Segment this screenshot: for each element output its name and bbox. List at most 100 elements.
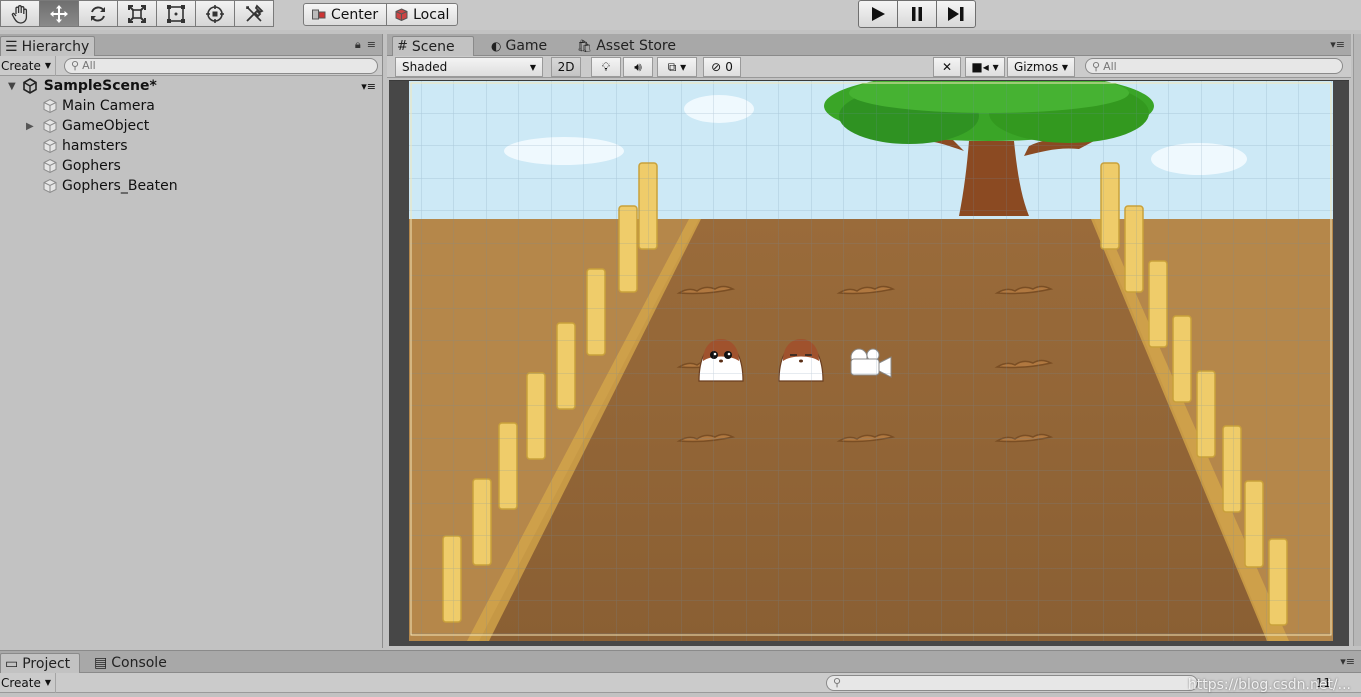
list-icon: ☰ <box>5 38 18 55</box>
create-label: Create <box>1 58 41 73</box>
search-placeholder: All <box>1103 59 1117 73</box>
hierarchy-item[interactable]: Gophers <box>0 156 382 176</box>
scene-viewport[interactable] <box>389 80 1349 646</box>
grid-overlay <box>409 81 1333 641</box>
dropdown-arrow-icon: ▼ <box>1061 62 1068 72</box>
step-icon <box>948 7 964 21</box>
gizmos-dropdown[interactable]: Gizmos ▼ <box>1007 57 1075 77</box>
tab-project[interactable]: ▭ Project <box>0 653 80 673</box>
custom-tools-icon <box>246 3 264 22</box>
move-tool-button[interactable] <box>39 0 79 27</box>
main-toolbar: Center Local <box>0 0 1361 30</box>
hierarchy-panel-controls: 🔒︎ ≡ <box>355 38 376 52</box>
layers-icon: ⧉ ▾ <box>667 59 687 74</box>
lighting-toggle[interactable]: 💡︎ <box>591 57 621 77</box>
rotate-icon <box>91 5 105 22</box>
dropdown-arrow-icon: ▼ <box>44 61 52 70</box>
create-label: Create <box>1 675 41 690</box>
transform-tool-button[interactable] <box>195 0 235 27</box>
dropdown-arrow-icon: ▼ <box>529 62 536 72</box>
tab-hierarchy-label: Hierarchy <box>21 38 90 55</box>
hierarchy-item-label: Gophers_Beaten <box>62 178 178 194</box>
hierarchy-subbar: Create ▼ ⚲ All <box>0 55 382 76</box>
store-icon: 🛍︎ <box>577 39 593 53</box>
pivot-mode-button[interactable]: Center <box>303 3 388 26</box>
pause-button[interactable] <box>897 0 937 28</box>
folder-icon: ▭ <box>5 655 19 672</box>
tab-game-label: Game <box>505 38 548 54</box>
camera-dropdown[interactable]: ■◂ ▾ <box>965 57 1005 77</box>
project-search-input[interactable]: ⚲ <box>826 674 1198 691</box>
hierarchy-tabbar: ☰ Hierarchy 🔒︎ ≡ <box>0 34 382 56</box>
hierarchy-item[interactable]: Main Camera <box>0 96 382 116</box>
rect-tool-button[interactable] <box>156 0 196 27</box>
grid-icon: # <box>397 39 408 54</box>
expand-arrow-icon[interactable]: ▼ <box>8 81 16 92</box>
tab-asset-store[interactable]: 🛍︎ Asset Store <box>573 36 686 56</box>
tab-asset-store-label: Asset Store <box>596 38 676 54</box>
tab-console[interactable]: ▤ Console <box>90 653 177 673</box>
scene-scrollbar[interactable] <box>1353 34 1361 646</box>
pivot-center-icon <box>312 9 326 19</box>
play-button[interactable] <box>858 0 898 28</box>
mode-2d-toggle[interactable]: 2D <box>551 57 581 77</box>
tab-console-label: Console <box>111 655 167 671</box>
transform-tools <box>0 0 274 27</box>
mode-2d-label: 2D <box>557 60 575 74</box>
project-tabbar: ▭ Project ▤ Console ▾≡ <box>0 651 1361 673</box>
search-icon: ⚲ <box>833 676 842 689</box>
scale-tool-button[interactable] <box>117 0 157 27</box>
hierarchy-tree: Main Camera ▶ GameObject hamsters Gophers Gop… <box>0 96 382 196</box>
lock-icon[interactable]: 🔒︎ <box>355 38 361 52</box>
hierarchy-item[interactable]: Gophers_Beaten <box>0 176 382 196</box>
camera-icon: ■◂ ▾ <box>971 60 999 74</box>
project-subbar: Create ▼ ⚲ 11 <box>0 672 1361 693</box>
hidden-objects-toggle[interactable]: ⊘ 0 <box>703 57 741 77</box>
tab-scene[interactable]: # Scene <box>392 36 474 56</box>
custom-tool-button[interactable] <box>234 0 274 27</box>
scene-search-input[interactable]: ⚲ All <box>1085 58 1343 74</box>
shading-mode-dropdown[interactable]: Shaded ▼ <box>395 57 543 77</box>
scene-root-row[interactable]: ▼ SampleScene* ▾≡ <box>0 76 382 96</box>
hierarchy-item-label: Main Camera <box>62 98 155 114</box>
hierarchy-item[interactable]: hamsters <box>0 136 382 156</box>
local-cube-icon <box>395 8 408 21</box>
search-icon: ⚲ <box>71 59 80 72</box>
project-create-button[interactable]: Create ▼ <box>0 672 57 693</box>
gameobject-cube-icon <box>43 178 57 194</box>
rect-transform-icon <box>167 4 185 23</box>
panel-menu-icon[interactable]: ▾≡ <box>1340 655 1355 668</box>
effects-dropdown[interactable]: ⧉ ▾ <box>657 57 697 77</box>
speaker-icon: 🔊︎ <box>634 59 642 74</box>
hidden-count: 0 <box>725 60 733 74</box>
hierarchy-item[interactable]: ▶ GameObject <box>0 116 382 136</box>
pivot-space-button[interactable]: Local <box>386 3 459 26</box>
tab-hierarchy[interactable]: ☰ Hierarchy <box>0 36 95 56</box>
shading-mode-label: Shaded <box>402 60 448 74</box>
gameobject-cube-icon <box>43 138 57 154</box>
hierarchy-panel: ☰ Hierarchy 🔒︎ ≡ Create ▼ ⚲ All ▼ Sample… <box>0 34 383 648</box>
panel-menu-icon[interactable]: ▾≡ <box>1330 38 1345 51</box>
scene-menu-icon[interactable]: ▾≡ <box>361 80 376 93</box>
hierarchy-create-button[interactable]: Create ▼ <box>0 55 57 76</box>
tab-scene-label: Scene <box>411 38 455 55</box>
step-button[interactable] <box>936 0 976 28</box>
lightbulb-icon: 💡︎ <box>601 59 611 74</box>
gameobject-cube-icon <box>43 158 57 174</box>
audio-toggle[interactable]: 🔊︎ <box>623 57 653 77</box>
expand-arrow-icon[interactable]: ▶ <box>26 121 34 132</box>
dropdown-arrow-icon: ▼ <box>44 678 52 687</box>
hierarchy-search-input[interactable]: ⚲ All <box>64 57 378 74</box>
tab-game[interactable]: ◐ Game <box>487 36 557 56</box>
search-placeholder: All <box>82 59 96 72</box>
scene-tools-button[interactable]: ✕ <box>933 57 961 77</box>
rotate-tool-button[interactable] <box>78 0 118 27</box>
scene-toolbar: Shaded ▼ 2D 💡︎ 🔊︎ ⧉ ▾ ⊘ 0 ✕ ■◂ ▾ Gizmos … <box>387 56 1351 78</box>
hierarchy-item-label: Gophers <box>62 158 121 174</box>
wrench-icon: ✕ <box>941 60 953 74</box>
scene-panel: # Scene ◐ Game 🛍︎ Asset Store ▾≡ Shaded … <box>387 34 1351 648</box>
hand-tool-button[interactable] <box>0 0 40 27</box>
scene-render <box>409 81 1333 641</box>
panel-menu-icon[interactable]: ≡ <box>367 38 376 52</box>
project-panel: ▭ Project ▤ Console ▾≡ Create ▼ ⚲ 11 htt… <box>0 650 1361 697</box>
